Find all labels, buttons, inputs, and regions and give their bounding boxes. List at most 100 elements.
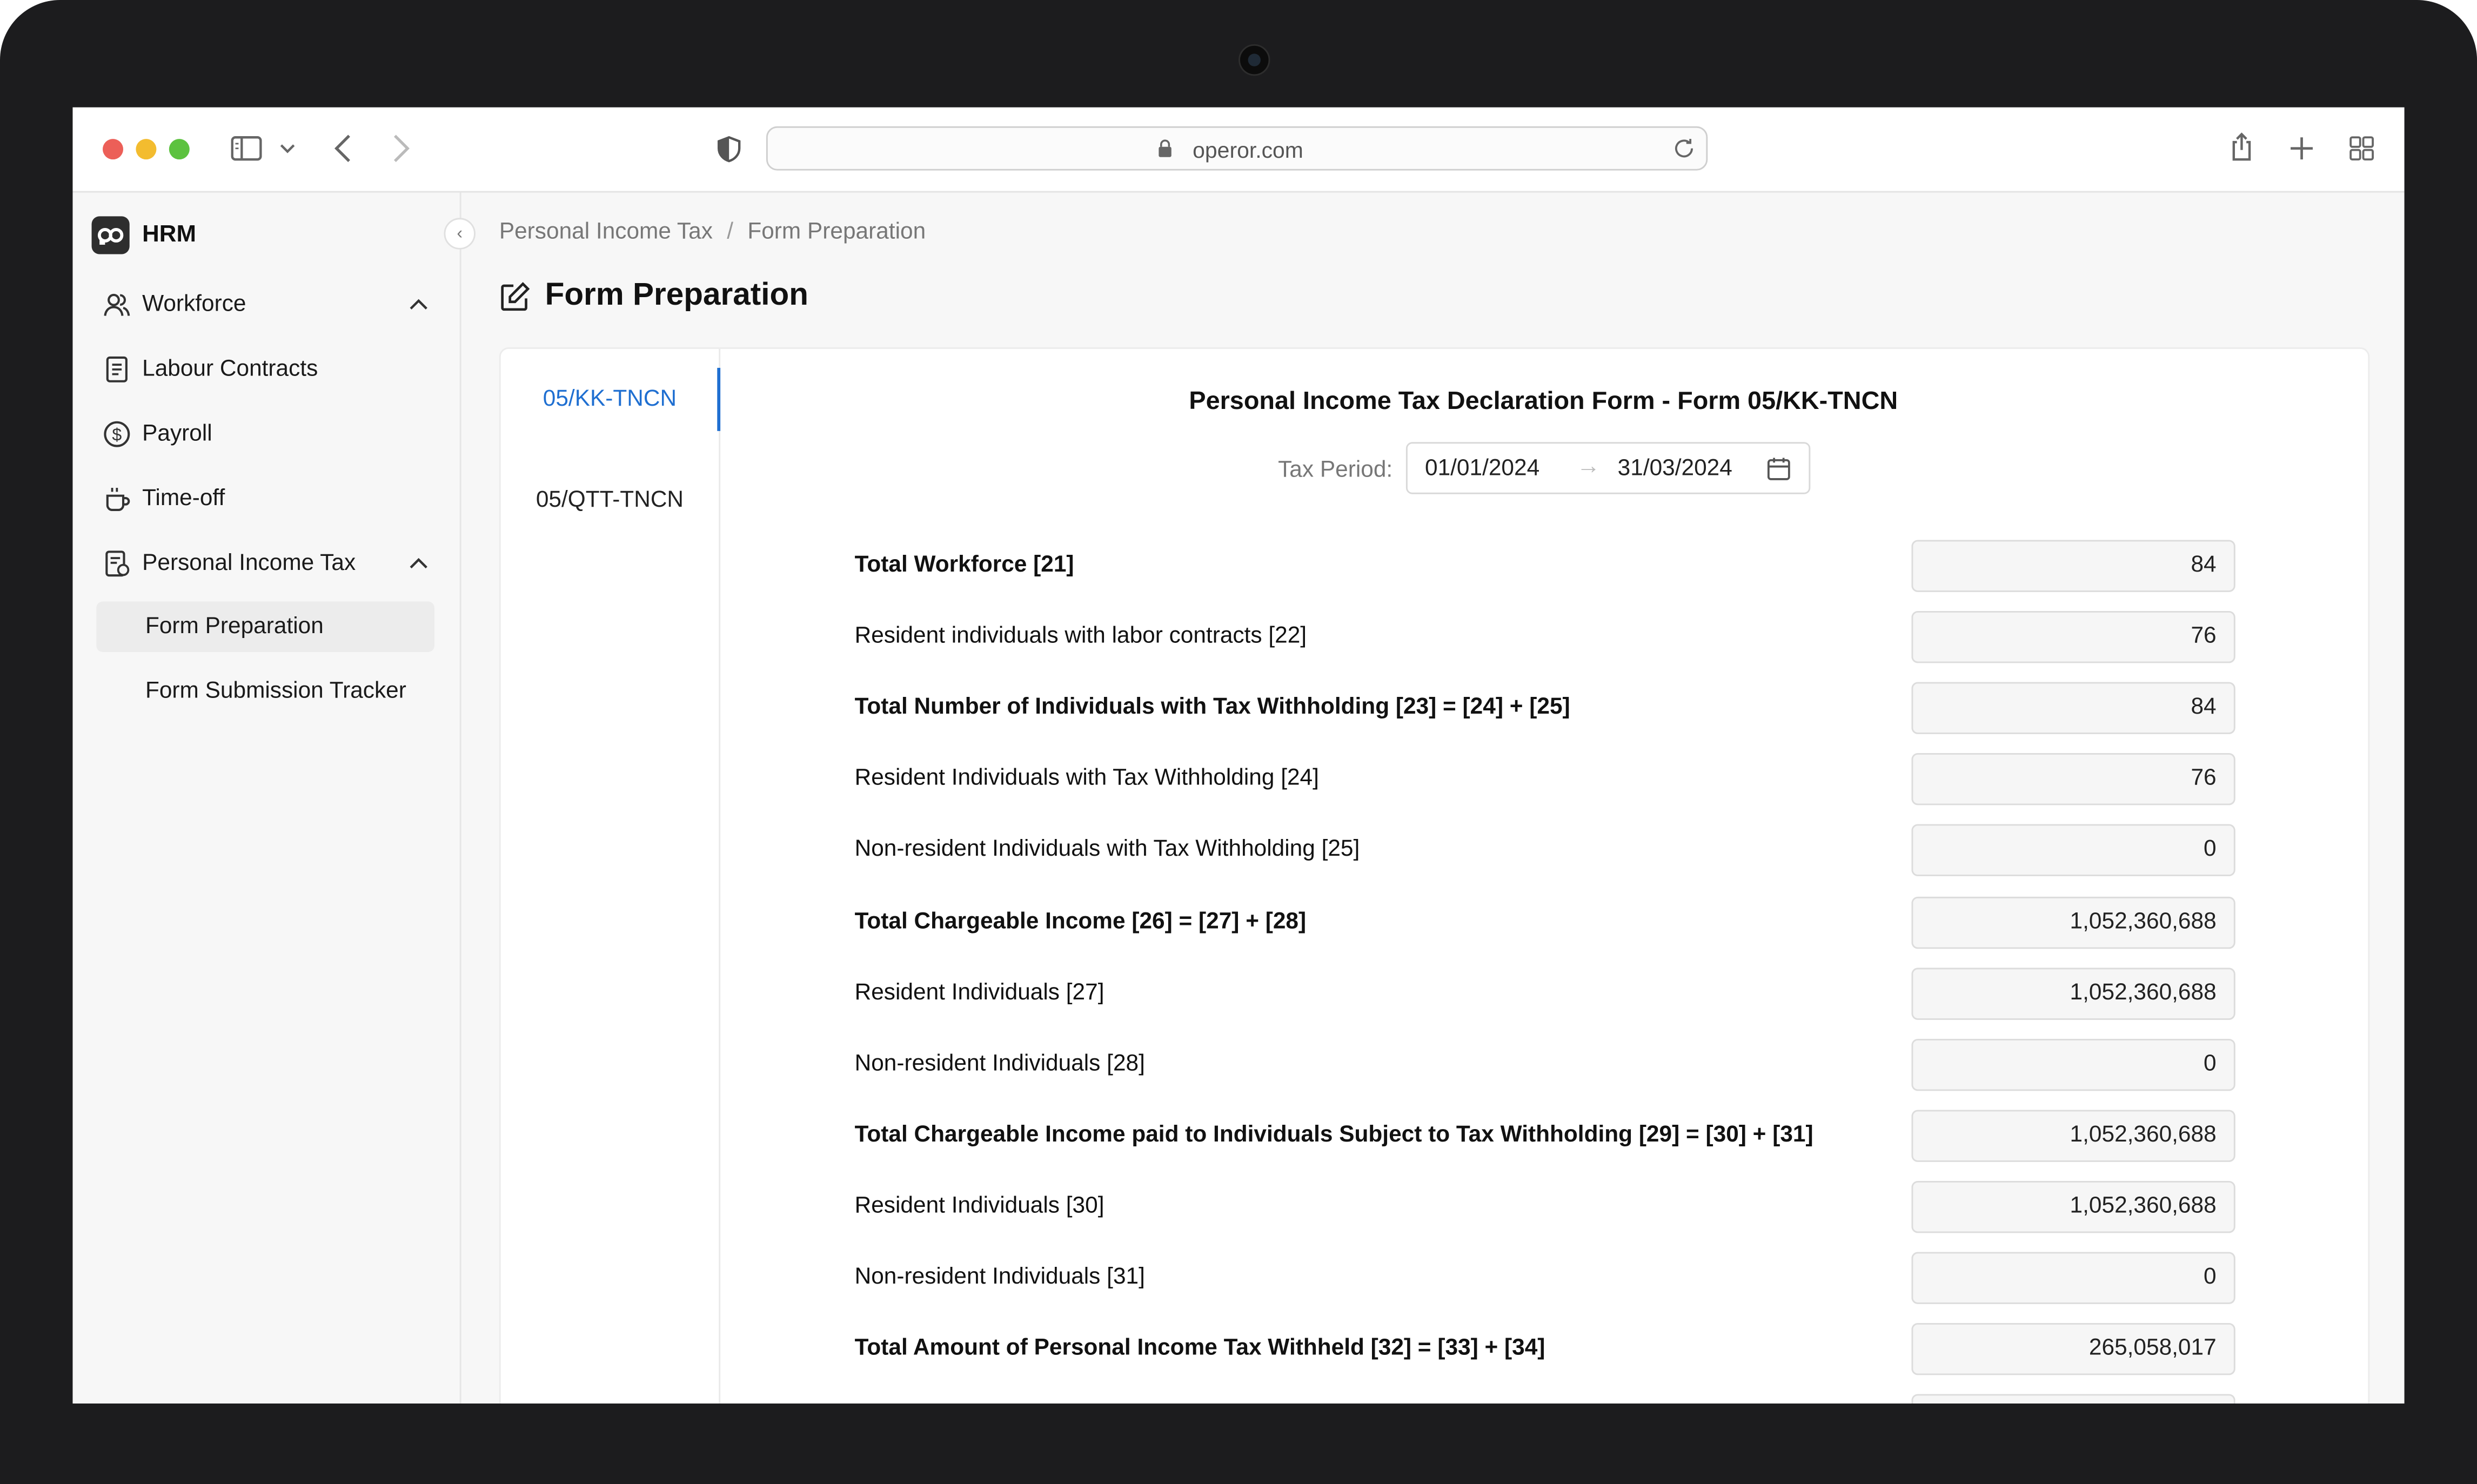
sidebar-item-label: Payroll — [142, 421, 212, 447]
brand-name: HRM — [142, 221, 197, 248]
form-row: Resident Individuals with Tax Withholdin… — [854, 753, 2235, 807]
form-row: Total Amount of Personal Income Tax With… — [855, 1323, 2235, 1376]
close-window-button[interactable] — [103, 139, 124, 160]
tab-overview-icon[interactable] — [2349, 136, 2374, 161]
sidebar-item-personal-income-tax[interactable]: Personal Income Tax — [98, 539, 434, 589]
form-row-value-field[interactable]: 1,052,360,688 — [1911, 967, 2235, 1019]
form-row-value-field[interactable]: 84 — [1911, 540, 2235, 592]
logo-icon — [97, 227, 124, 245]
sidebar: HRM ‹ Workforce Labour Contracts $ Payro… — [72, 192, 476, 1404]
end-date[interactable]: 31/03/2024 — [1618, 456, 1732, 482]
form-row-label: Total Chargeable Income [26] = [27] + [2… — [854, 908, 1307, 934]
form-row: Total Workforce [21] 84 — [855, 540, 2235, 593]
breadcrumb-link[interactable]: Personal Income Tax — [499, 219, 713, 245]
form-row — [855, 1394, 2235, 1404]
breadcrumb-current: Form Preparation — [747, 219, 926, 245]
form-row-value-field[interactable] — [1911, 1394, 2235, 1404]
form-row-value-field[interactable]: 1,052,360,688 — [1911, 1109, 2235, 1162]
edit-icon — [501, 282, 530, 311]
form-row-value-field[interactable]: 1,052,360,688 — [1911, 896, 2235, 948]
main-content: Personal Income Tax / Form Preparation For… — [461, 193, 2405, 1404]
maximize-window-button[interactable] — [169, 139, 190, 160]
form-row: Total Chargeable Income paid to Individu… — [854, 1109, 2235, 1163]
tab-05-qtt-tncn[interactable]: 05/QTT-TNCN — [501, 469, 719, 532]
form-row-value-field[interactable]: 0 — [1911, 1252, 2235, 1304]
forward-icon[interactable] — [392, 132, 411, 164]
form-row-label: Total Amount of Personal Income Tax With… — [854, 1335, 1545, 1361]
form-row-label: Resident Individuals [27] — [854, 979, 1104, 1005]
form-row-label: Resident Individuals [30] — [854, 1193, 1104, 1219]
form-card: 05/KK-TNCN 05/QTT-TNCN Personal Income T… — [499, 347, 2370, 1404]
tab-label: 05/KK-TNCN — [543, 386, 677, 412]
people-icon — [104, 293, 130, 316]
sidebar-item-label: Labour Contracts — [142, 357, 318, 382]
tax-period-label: Tax Period: — [1278, 458, 1393, 484]
sidebar-item-label: Form Preparation — [145, 614, 324, 640]
page-title: Form Preparation — [545, 278, 808, 313]
document-icon — [106, 356, 128, 382]
form-row-label: Resident individuals with labor contract… — [854, 623, 1307, 649]
sidebar-item-label: Form Submission Tracker — [145, 679, 406, 704]
form-row-label: Non-resident Individuals [28] — [854, 1051, 1145, 1077]
back-icon[interactable] — [333, 132, 352, 164]
form-row-value-field[interactable]: 0 — [1911, 824, 2235, 877]
sidebar-item-label: Time-off — [142, 486, 225, 512]
coffee-icon — [106, 488, 130, 511]
tax-form-icon — [105, 550, 130, 577]
form-row-label: Non-resident Individuals [31] — [854, 1264, 1145, 1290]
tab-05-kk-tncn[interactable]: 05/KK-TNCN — [501, 367, 721, 431]
sidebar-item-label: Workforce — [142, 292, 246, 318]
shield-icon[interactable] — [717, 136, 741, 163]
form-row: Resident Individuals [27] 1,052,360,688 — [855, 967, 2235, 1020]
form-row-label: Non-resident Individuals with Tax Withho… — [854, 837, 1360, 863]
browser-toolbar: operor.com — [72, 107, 2405, 193]
chevron-up-icon[interactable] — [409, 554, 428, 573]
tax-period-range-picker[interactable]: 01/01/2024 → 31/03/2024 — [1405, 442, 1811, 494]
form-tabs: 05/KK-TNCN 05/QTT-TNCN — [501, 348, 721, 1404]
form-row: Resident individuals with labor contract… — [855, 611, 2235, 664]
sidebar-item-workforce[interactable]: Workforce — [98, 279, 434, 330]
form-row-value-field[interactable]: 1,052,360,688 — [1911, 1180, 2235, 1233]
reload-icon[interactable] — [1671, 136, 1697, 161]
sidebar-toggle-icon[interactable] — [231, 134, 262, 163]
form-row: Non-resident Individuals [31] 0 — [855, 1252, 2235, 1305]
form-row-label: Total Number of Individuals with Tax Wit… — [854, 695, 1570, 721]
chevron-down-icon[interactable] — [279, 140, 295, 156]
sidebar-subitem-form-preparation[interactable]: Form Preparation — [96, 601, 434, 652]
form-row: Non-resident Individuals [28] 0 — [855, 1038, 2235, 1092]
minimize-window-button[interactable] — [136, 139, 157, 160]
form-row: Total Chargeable Income [26] = [27] + [2… — [855, 896, 2235, 949]
form-row-value-field[interactable]: 76 — [1911, 753, 2235, 806]
camera — [1238, 44, 1270, 76]
form-row-value-field[interactable]: 84 — [1911, 682, 2235, 735]
form-row: Resident Individuals [30] 1,052,360,688 — [854, 1180, 2235, 1234]
range-arrow-icon: → — [1576, 453, 1601, 480]
form-row-label: Resident Individuals with Tax Withholdin… — [854, 766, 1319, 791]
form-row-value-field[interactable]: 265,058,017 — [1911, 1323, 2235, 1375]
sidebar-item-time-off[interactable]: Time-off — [98, 474, 434, 525]
sidebar-subitem-form-submission-tracker[interactable]: Form Submission Tracker — [96, 666, 434, 717]
hrm-logo — [91, 216, 130, 254]
tab-label: 05/QTT-TNCN — [535, 488, 684, 513]
start-date[interactable]: 01/01/2024 — [1425, 456, 1539, 482]
calendar-icon[interactable] — [1766, 456, 1791, 482]
address-bar[interactable]: operor.com — [766, 126, 1708, 171]
share-icon[interactable] — [2229, 131, 2254, 163]
sidebar-item-label: Personal Income Tax — [142, 550, 356, 576]
address-url: operor.com — [1193, 137, 1303, 163]
hrm-app: HRM ‹ Workforce Labour Contracts $ Payro… — [72, 192, 2405, 1404]
form-title: Personal Income Tax Declaration Form - F… — [1189, 388, 1898, 415]
form-row-label: Total Workforce [21] — [854, 552, 1074, 578]
svg-text:$: $ — [112, 425, 122, 444]
new-tab-icon[interactable] — [2289, 136, 2314, 161]
form-row-value-field[interactable]: 76 — [1911, 611, 2235, 663]
form-row: Non-resident Individuals with Tax Withho… — [854, 824, 2235, 878]
dollar-icon: $ — [104, 421, 130, 447]
screen: operor.com HRM ‹ Workforce Labour Contra… — [72, 107, 2405, 1404]
form-row-value-field[interactable]: 0 — [1911, 1038, 2235, 1091]
form-row: Total Number of Individuals with Tax Wit… — [855, 682, 2235, 736]
form-row-label: Total Chargeable Income paid to Individu… — [854, 1122, 1813, 1147]
sidebar-item-labour-contracts[interactable]: Labour Contracts — [98, 344, 434, 395]
chevron-up-icon[interactable] — [409, 295, 428, 314]
sidebar-item-payroll[interactable]: $ Payroll — [98, 409, 434, 460]
